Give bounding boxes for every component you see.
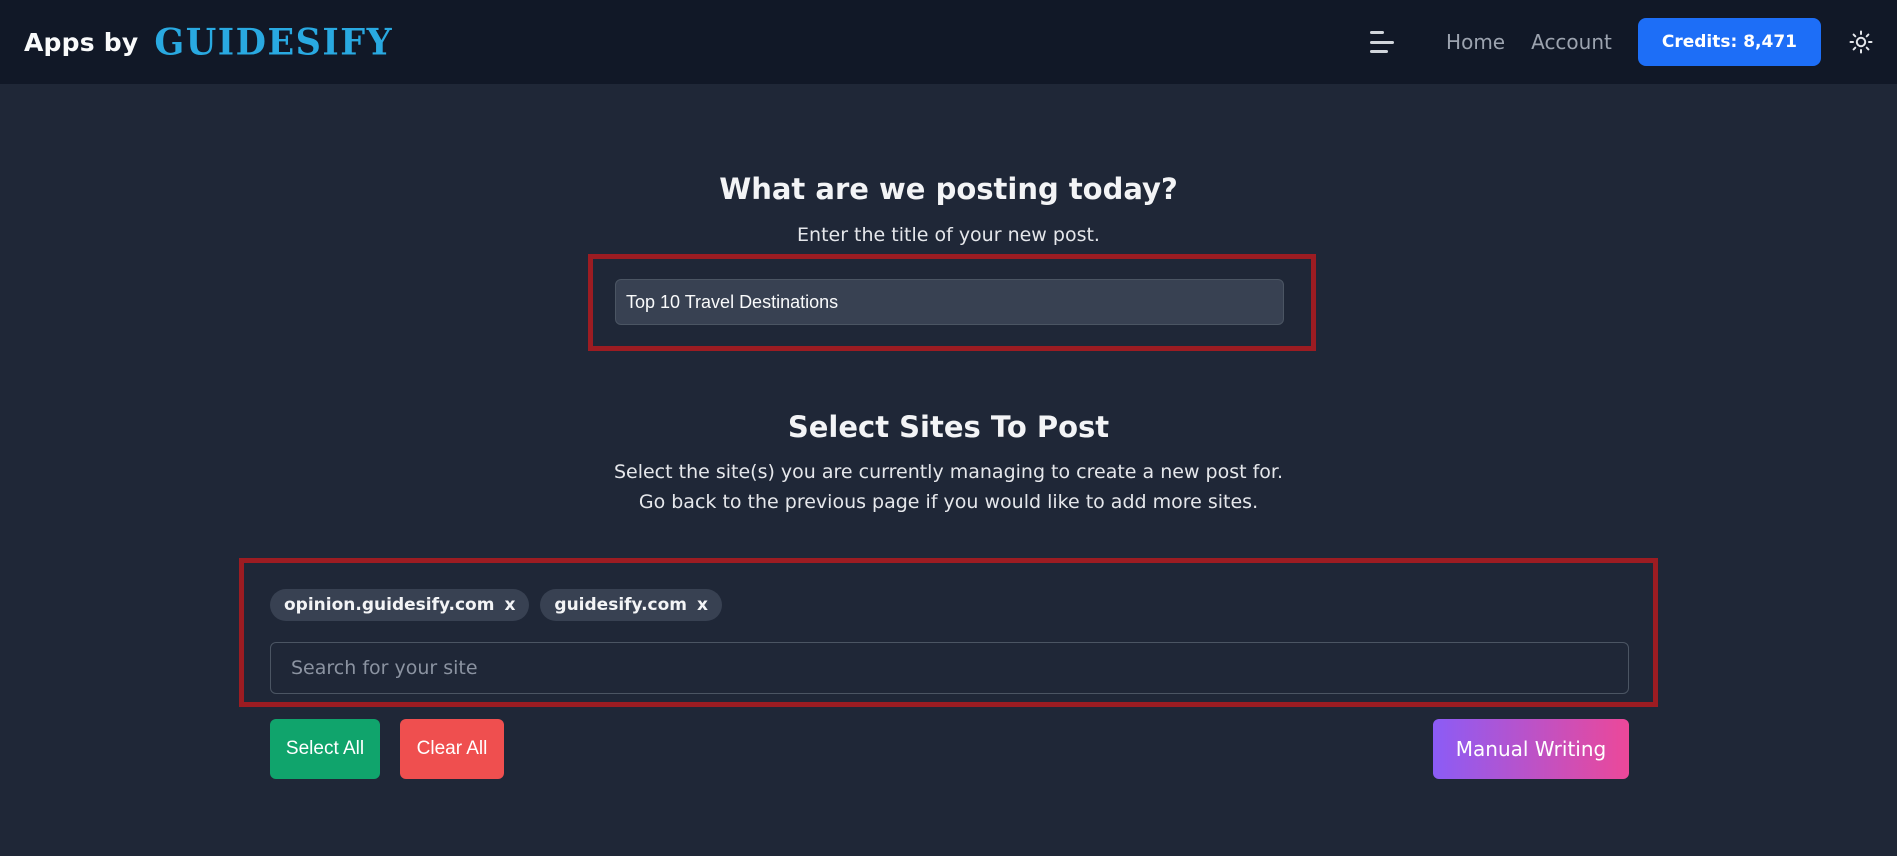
sites-description-line2: Go back to the previous page if you woul… <box>638 491 1259 513</box>
brand[interactable]: Apps by GUIDESIFY <box>24 20 393 63</box>
sites-description-line1: Select the site(s) you are currently man… <box>613 461 1284 483</box>
credits-button[interactable]: Credits: 8,471 <box>1637 18 1821 66</box>
nav-right: Home Account Credits: 8,471 <box>1370 0 1873 84</box>
nav-link-account[interactable]: Account <box>1531 30 1612 54</box>
hamburger-menu-icon[interactable] <box>1370 31 1396 53</box>
selected-sites: opinion.guidesify.com x guidesify.com x <box>270 589 722 621</box>
select-all-button[interactable]: Select All <box>270 719 380 779</box>
site-chip-label: guidesify.com <box>554 595 687 615</box>
sun-icon[interactable] <box>1849 30 1873 54</box>
clear-all-button[interactable]: Clear All <box>400 719 504 779</box>
remove-site-icon[interactable]: x <box>504 595 515 615</box>
nav-link-home[interactable]: Home <box>1446 30 1505 54</box>
remove-site-icon[interactable]: x <box>697 595 708 615</box>
site-chip-label: opinion.guidesify.com <box>284 595 495 615</box>
top-navbar: Apps by GUIDESIFY Home Account Credits: … <box>0 0 1897 84</box>
site-chip-opinion-guidesify: opinion.guidesify.com x <box>270 589 530 621</box>
site-chip-guidesify: guidesify.com x <box>540 589 722 621</box>
post-title-input[interactable] <box>615 279 1284 325</box>
sites-heading: Select Sites To Post <box>787 410 1110 444</box>
guidesify-logo[interactable]: GUIDESIFY <box>154 20 393 63</box>
brand-prefix: Apps by <box>24 27 139 57</box>
manual-writing-button[interactable]: Manual Writing <box>1433 719 1629 779</box>
post-heading: What are we posting today? <box>719 172 1178 206</box>
site-search-input[interactable] <box>270 642 1629 694</box>
post-subheading: Enter the title of your new post. <box>797 224 1100 246</box>
